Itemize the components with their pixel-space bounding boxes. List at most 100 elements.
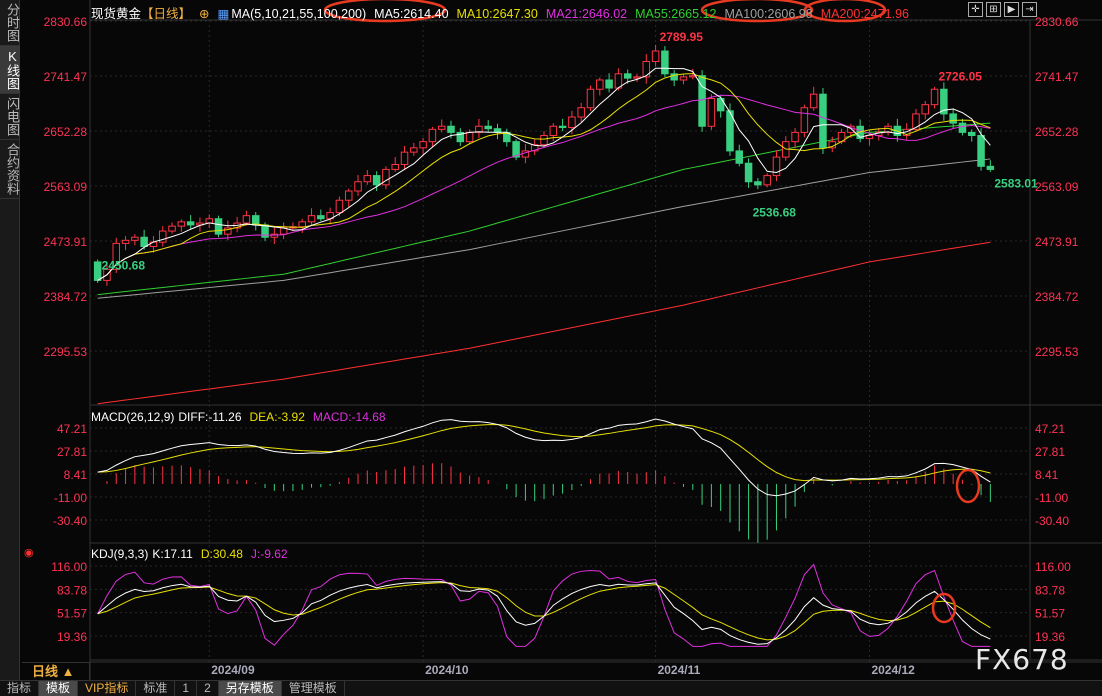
play-icon[interactable]: ▶ — [1004, 2, 1019, 17]
zoom-bars-icon[interactable]: ⊞ — [986, 2, 1001, 17]
main-chart-header: 现货黄金【日线】 ⊕ ▦ MA(5,10,21,55,100,200) MA5:2614… — [91, 3, 917, 22]
candle-body — [586, 88, 595, 109]
candle-body — [549, 125, 558, 136]
candle-body — [623, 73, 632, 79]
candle-body — [967, 131, 976, 136]
price-tick-right: 2563.09 — [1035, 180, 1079, 194]
candle-body — [391, 163, 399, 170]
candle-body — [93, 261, 102, 281]
candle-body — [921, 104, 930, 115]
indicator-chart-icon[interactable]: ▦ — [218, 7, 230, 21]
kdj-header: KDJ(9,3,3) K:17.11 D:30.48 J:-9.62 — [91, 547, 296, 561]
ma-label: MA(5,10,21,55,100,200) — [231, 7, 367, 21]
macd-dea: DEA:-3.92 — [249, 410, 305, 424]
period-label: 【日线】 — [141, 7, 192, 21]
candle-body — [251, 215, 260, 226]
price-tick-left: 2830.66 — [44, 15, 88, 29]
date-tick: 2024/11 — [658, 663, 701, 677]
candle-body — [568, 116, 576, 128]
candle-body — [335, 199, 344, 214]
macd-tick-right: 8.41 — [1035, 468, 1059, 482]
macd-diff: DIFF:-11.26 — [178, 410, 242, 424]
macd-tick-right: 47.21 — [1035, 422, 1065, 436]
ma5-value: MA5:2614.40 — [374, 7, 449, 21]
candle-body — [121, 239, 130, 244]
macd-tick-left: 27.81 — [57, 445, 87, 459]
price-annotation: 2789.95 — [660, 30, 704, 44]
bottom-tab-bar: 指标 模板 VIP指标 标准 1 2 另存模板 管理模板 — [0, 680, 1102, 696]
price-tick-left: 2295.53 — [44, 345, 88, 359]
candle-body — [977, 134, 985, 167]
candle-body — [958, 122, 967, 133]
kdj-tick-right: 19.36 — [1035, 630, 1065, 644]
candle-body — [205, 218, 213, 224]
kdj-tick-right: 83.78 — [1035, 583, 1065, 597]
price-annotation: 2450.68 — [102, 258, 146, 272]
ma21-line — [97, 94, 991, 281]
candle-body — [363, 175, 372, 183]
macd-tick-right: 27.81 — [1035, 445, 1065, 459]
candle-body — [168, 225, 176, 232]
macd-value: MACD:-14.68 — [312, 410, 386, 424]
bottom-tab[interactable]: 管理模板 — [282, 681, 345, 696]
bottom-tab[interactable]: 指标 — [0, 681, 40, 696]
date-tick: 2024/09 — [211, 663, 255, 677]
candlestick-chart[interactable]: 2830.66 2830.66 2741.47 2741.47 2652.28 2652.… — [0, 0, 1102, 680]
kdj-j-line — [97, 563, 991, 647]
candle-body — [819, 93, 827, 149]
ma100-value: MA100:2606.98 — [724, 7, 813, 21]
watermark: FX678 — [975, 643, 1069, 676]
macd-tick-left: 8.41 — [64, 468, 88, 482]
ma55-value: MA55:2665.12 — [635, 7, 717, 21]
price-tick-right: 2830.66 — [1035, 15, 1079, 29]
candle-body — [410, 147, 418, 153]
candle-body — [372, 175, 381, 186]
candle-body — [354, 181, 362, 192]
candle-body — [186, 221, 195, 226]
kdj-tick-left: 51.57 — [57, 607, 87, 621]
symbol-name: 现货黄金 — [91, 7, 142, 21]
crosshair-toggle-icon[interactable]: ⊕ — [199, 7, 209, 21]
kdj-k: K:17.11 — [152, 547, 193, 561]
candle-body — [763, 175, 771, 186]
macd-label: MACD(26,12,9) — [91, 410, 175, 424]
bottom-tab[interactable]: 1 — [175, 681, 198, 696]
ma200-value: MA200:2471.96 — [820, 7, 909, 21]
bottom-tab[interactable]: 2 — [197, 681, 219, 696]
bottom-tab[interactable]: 模板 — [39, 681, 79, 696]
move-right-icon[interactable]: ⇥ — [1022, 2, 1037, 17]
candle-body — [744, 162, 753, 183]
kdj-tick-left: 116.00 — [51, 560, 87, 574]
crosshair-icon[interactable]: ✛ — [968, 2, 983, 17]
candle-body — [558, 125, 567, 128]
candle-body — [428, 128, 437, 143]
price-tick-right: 2473.91 — [1035, 235, 1079, 249]
ma200-line — [97, 241, 991, 405]
period-button[interactable]: 日线 ▲ — [22, 662, 90, 680]
candle-body — [986, 165, 995, 170]
candle-body — [140, 236, 148, 247]
price-annotation: 2583.01 — [994, 177, 1038, 191]
bottom-tab[interactable]: 标准 — [136, 681, 176, 696]
ma5-line — [97, 67, 991, 281]
price-tick-left: 2563.09 — [44, 180, 88, 194]
kdj-tick-right: 51.57 — [1035, 607, 1065, 621]
price-tick-left: 2473.91 — [44, 235, 88, 249]
candle-body — [131, 236, 139, 241]
date-tick: 2024/12 — [871, 663, 915, 677]
macd-tick-left: -30.40 — [53, 514, 87, 528]
price-annotation: 2726.05 — [939, 70, 983, 84]
date-tick: 2024/10 — [425, 663, 469, 677]
ma10-line — [97, 73, 991, 281]
bottom-tab[interactable]: 另存模板 — [218, 681, 282, 696]
candle-body — [809, 93, 818, 109]
candle-body — [400, 151, 409, 165]
bottom-tab[interactable]: VIP指标 — [78, 681, 137, 696]
candle-body — [605, 79, 613, 89]
settings-dot-icon[interactable]: ◉ — [24, 546, 34, 559]
chart-toolbar: ✛ ⊞ ▶ ⇥ — [968, 2, 1037, 17]
candle-body — [642, 60, 651, 78]
candle-body — [317, 215, 325, 220]
price-tick-right: 2741.47 — [1035, 70, 1079, 84]
kdj-tick-left: 83.78 — [57, 583, 87, 597]
